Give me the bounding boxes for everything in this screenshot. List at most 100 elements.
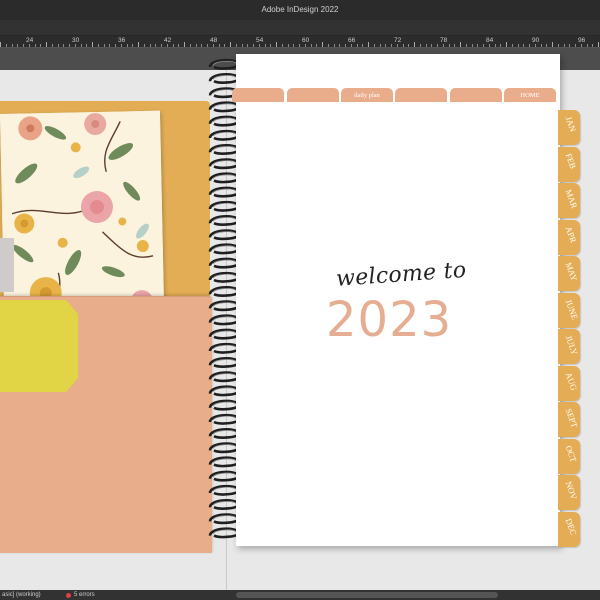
ruler-tick [109, 44, 110, 47]
ruler-tick [420, 44, 421, 47]
ruler-tick [35, 44, 36, 47]
ruler-tick [569, 44, 570, 47]
yellow-tag[interactable] [0, 300, 78, 392]
top-tab[interactable] [232, 88, 284, 102]
ruler-tick [506, 42, 507, 47]
gray-star-paper[interactable] [0, 238, 14, 292]
ruler-tick [460, 42, 461, 47]
horizontal-scrollbar[interactable] [236, 592, 498, 598]
top-tab[interactable]: daily plan [341, 88, 393, 102]
ruler-tick [213, 44, 214, 47]
month-tab[interactable]: JUNE [558, 293, 580, 328]
ruler-tick [98, 44, 99, 47]
ruler-tick [265, 44, 266, 47]
top-tab[interactable]: HOME [504, 88, 556, 102]
top-tab[interactable] [395, 88, 447, 102]
ruler-tick [167, 44, 168, 47]
ruler-tick [575, 44, 576, 47]
ruler-tick [351, 44, 352, 47]
ruler-tick [339, 44, 340, 47]
horizontal-ruler[interactable]: 24 30 36 42 48 54 60 66 72 78 84 90 96 [0, 36, 600, 48]
indesign-window: Adobe InDesign 2022 24 30 36 42 48 54 60 66 72 78… [0, 0, 600, 600]
ruler-tick [581, 44, 582, 47]
ruler-tick [184, 42, 185, 47]
ruler-tick [523, 44, 524, 47]
ruler-tick [121, 44, 122, 47]
ruler-tick [247, 44, 248, 47]
top-tab[interactable] [287, 88, 339, 102]
ruler-tick [196, 44, 197, 47]
ruler-label: 60 [302, 37, 310, 44]
month-tab[interactable]: NOV [558, 475, 580, 510]
ruler-tick [69, 44, 70, 47]
ruler-tick [322, 42, 323, 47]
month-tab[interactable]: JULY [558, 329, 580, 364]
ruler-tick [374, 44, 375, 47]
ruler-tick [29, 44, 30, 47]
ruler-tick [495, 44, 496, 47]
ruler-tick [104, 44, 105, 47]
ruler-tick [334, 44, 335, 47]
ruler-tick [449, 44, 450, 47]
ruler-tick [587, 44, 588, 47]
ruler-tick [437, 44, 438, 47]
month-tab[interactable]: DEC [558, 512, 580, 547]
month-tab[interactable]: MAR [558, 183, 580, 218]
ruler-tick [558, 44, 559, 47]
ruler-tick [299, 44, 300, 47]
month-tab[interactable]: FEB [558, 147, 580, 182]
ruler-tick [127, 44, 128, 47]
preflight-profile[interactable]: asic] (working) [2, 590, 41, 600]
ruler-tick [500, 44, 501, 47]
ruler-tick [201, 44, 202, 47]
month-tab[interactable]: AUG [558, 366, 580, 401]
ruler-tick [178, 44, 179, 47]
month-tab[interactable]: MAY [558, 256, 580, 291]
status-bar: asic] (working) 5 errors [0, 590, 600, 600]
ruler-tick [17, 44, 18, 47]
ruler-tick [282, 44, 283, 47]
ruler-tick [138, 42, 139, 47]
ruler-label: 84 [486, 37, 494, 44]
ruler-tick [288, 44, 289, 47]
ruler-tick [305, 44, 306, 47]
ruler-label: 24 [26, 37, 34, 44]
ruler-tick [259, 44, 260, 47]
ruler-tick [391, 44, 392, 47]
ruler-tick [270, 44, 271, 47]
ruler-tick [276, 42, 277, 47]
ruler-tick [46, 42, 47, 47]
ruler-label: 90 [532, 37, 540, 44]
ruler-tick [230, 42, 231, 47]
ruler-label: 36 [118, 37, 126, 44]
ruler-tick [592, 44, 593, 47]
ruler-tick [311, 44, 312, 47]
ruler-tick [253, 44, 254, 47]
month-tab[interactable]: JAN [558, 110, 580, 145]
month-tab[interactable]: SEPT [558, 402, 580, 437]
ruler-tick [63, 44, 64, 47]
ruler-tick [224, 44, 225, 47]
ruler-tick [546, 44, 547, 47]
ruler-tick [380, 44, 381, 47]
window-title: Adobe InDesign 2022 [0, 0, 600, 20]
ruler-tick [512, 44, 513, 47]
ruler-tick [598, 42, 599, 47]
ruler-tick [368, 42, 369, 47]
preflight-errors[interactable]: 5 errors [74, 590, 95, 600]
ruler-tick [535, 44, 536, 47]
ruler-label: 78 [440, 37, 448, 44]
ruler-tick [328, 44, 329, 47]
ruler-tick [81, 44, 82, 47]
ruler-label: 72 [394, 37, 402, 44]
ruler-tick [6, 44, 7, 47]
month-tab[interactable]: OCT [558, 439, 580, 474]
ruler-tick [293, 44, 294, 47]
ruler-tick [190, 44, 191, 47]
ruler-tick [518, 44, 519, 47]
ruler-tick [92, 42, 93, 47]
top-tab[interactable] [450, 88, 502, 102]
month-tab[interactable]: APR [558, 220, 580, 255]
ruler-tick [408, 44, 409, 47]
ruler-tick [489, 44, 490, 47]
